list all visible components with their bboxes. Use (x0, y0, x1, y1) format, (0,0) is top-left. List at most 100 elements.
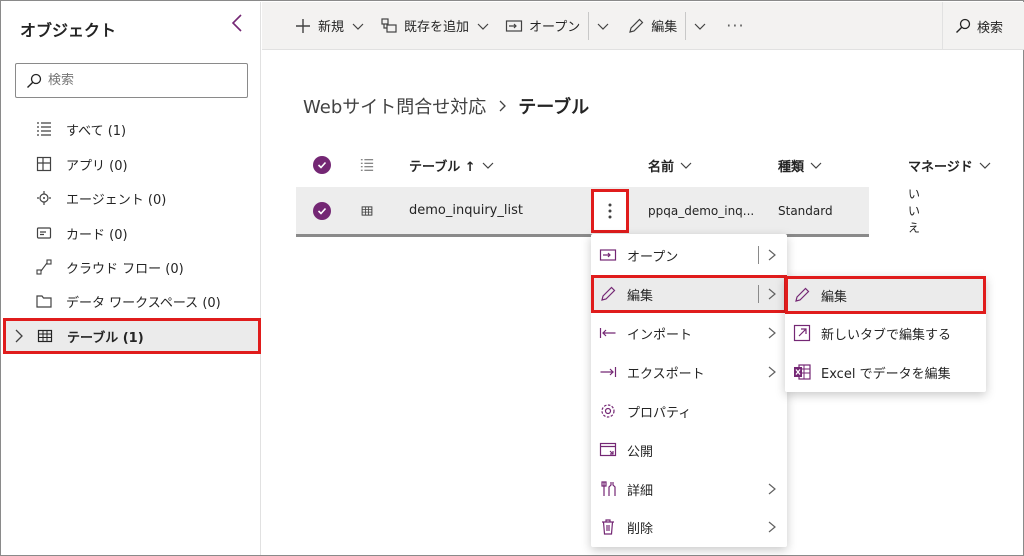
menu-item-label: 削除 (627, 521, 654, 537)
chevron-right-icon[interactable] (767, 327, 777, 339)
open-new-tab-icon (793, 324, 811, 342)
column-label: 名前 (648, 159, 675, 175)
submenu-item-edit-new-tab[interactable]: 新しいタブで編集する (785, 314, 986, 352)
column-header-table[interactable]: テーブル ↑ (409, 149, 494, 181)
plus-icon (296, 18, 310, 33)
menu-item-advanced[interactable]: 詳細 (591, 470, 787, 508)
menu-item-properties[interactable]: プロパティ (591, 392, 787, 430)
nav-item-label: クラウド フロー (0) (66, 261, 184, 277)
excel-icon (794, 364, 811, 380)
table-icon (361, 187, 373, 234)
divider (758, 246, 759, 264)
column-label: マネージド (908, 159, 973, 175)
chevron-right-icon[interactable] (767, 366, 777, 378)
divider (588, 11, 590, 40)
open-button[interactable]: オープン (499, 2, 586, 50)
chevron-right-icon[interactable] (767, 249, 777, 261)
menu-item-open[interactable]: オープン (591, 236, 787, 274)
menu-item-label: インポート (627, 327, 693, 343)
context-menu: オープン 編集 インポート エクスポート プロパティ 公開 詳細 削除 (591, 234, 787, 547)
chevron-right-icon[interactable] (767, 483, 777, 495)
edit-dropdown-button[interactable] (688, 2, 712, 50)
search-label: 検索 (977, 20, 1004, 36)
chevron-down-icon (482, 162, 494, 169)
chevron-right-icon[interactable] (767, 521, 777, 533)
row-more-button[interactable] (591, 189, 629, 233)
app-icon (36, 156, 52, 172)
search-input[interactable] (48, 73, 228, 88)
edit-label: 編集 (651, 20, 678, 35)
tools-icon (601, 481, 616, 496)
column-label: テーブル ↑ (409, 159, 476, 175)
submenu-item-label: Excel でデータを編集 (821, 366, 951, 382)
toolbar-search-button[interactable]: 検索 (942, 2, 1024, 50)
chevron-right-icon[interactable] (12, 329, 26, 343)
publish-icon (599, 442, 617, 457)
chevron-down-icon (352, 23, 364, 30)
trash-icon (602, 519, 614, 535)
objects-panel: オブジェクト すべて (1) アプリ (0) エージェント (0) カード (0… (2, 2, 261, 555)
nav-item-label: アプリ (0) (66, 158, 128, 174)
pencil-icon (629, 18, 644, 33)
column-header-name[interactable]: 名前 (648, 149, 692, 181)
nav-item-all[interactable]: すべて (1) (2, 112, 261, 146)
card-icon (36, 227, 52, 239)
submenu-item-edit-in-excel[interactable]: Excel でデータを編集 (785, 353, 986, 391)
column-header-managed[interactable]: マネージド (908, 149, 991, 181)
pencil-icon (795, 287, 810, 302)
breadcrumb: Webサイト問合せ対応 テーブル (303, 93, 589, 119)
more-commands-button[interactable]: ··· (712, 16, 758, 35)
submenu-item-edit[interactable]: 編集 (785, 276, 986, 314)
chevron-down-icon (810, 162, 822, 169)
checkmark-icon (313, 201, 331, 220)
select-all-checkbox[interactable] (313, 149, 331, 181)
list-icon (360, 149, 374, 181)
chevron-left-icon[interactable] (227, 13, 247, 37)
column-label: 種類 (778, 159, 805, 175)
nav-item-apps[interactable]: アプリ (0) (2, 147, 261, 181)
nav-item-label: データ ワークスペース (0) (66, 295, 221, 311)
nav-item-data-workspaces[interactable]: データ ワークスペース (0) (2, 284, 261, 318)
nav-item-label: すべて (1) (66, 123, 127, 139)
open-label: オープン (529, 20, 581, 35)
search-box[interactable] (15, 63, 248, 98)
pencil-icon (601, 286, 616, 301)
menu-item-label: オープン (627, 249, 679, 265)
nav-item-label: テーブル (1) (67, 330, 144, 346)
panel-title: オブジェクト (20, 21, 117, 40)
breadcrumb-current: テーブル (518, 97, 590, 118)
nav-item-cards[interactable]: カード (0) (2, 216, 261, 250)
menu-item-export[interactable]: エクスポート (591, 353, 787, 391)
breadcrumb-parent[interactable]: Webサイト問合せ対応 (303, 93, 486, 119)
chevron-right-icon (499, 100, 507, 112)
open-dropdown-button[interactable] (591, 2, 615, 50)
table-row[interactable]: demo_inquiry_list ppqa_demo_inq... Stand… (296, 187, 920, 237)
cell-table-name[interactable]: demo_inquiry_list (409, 187, 523, 234)
nav-item-tables[interactable]: テーブル (1) (3, 318, 261, 354)
divider (758, 285, 759, 303)
chevron-down-icon (979, 162, 991, 169)
edit-submenu: 編集 新しいタブで編集する Excel でデータを編集 (785, 276, 986, 392)
submenu-item-label: 新しいタブで編集する (821, 327, 952, 343)
gear-icon (601, 404, 615, 418)
chevron-down-icon (477, 23, 489, 30)
menu-item-label: 詳細 (627, 483, 654, 499)
flow-icon (36, 259, 52, 275)
menu-item-edit[interactable]: 編集 (591, 275, 787, 313)
menu-item-import[interactable]: インポート (591, 314, 787, 352)
nav-item-agents[interactable]: エージェント (0) (2, 181, 261, 215)
menu-item-label: 編集 (627, 288, 654, 304)
row-checkbox[interactable] (313, 187, 331, 234)
edit-button[interactable]: 編集 (621, 2, 683, 50)
list-icon (37, 122, 51, 136)
agent-icon (37, 191, 51, 205)
new-button[interactable]: 新規 (288, 2, 370, 50)
menu-item-delete[interactable]: 削除 (591, 508, 787, 546)
chevron-right-icon[interactable] (767, 288, 777, 300)
column-header-type[interactable]: 種類 (778, 149, 822, 181)
folder-icon (36, 295, 52, 308)
add-existing-button[interactable]: 既存を追加 (374, 2, 495, 50)
nav-item-cloud-flows[interactable]: クラウド フロー (0) (2, 250, 261, 284)
menu-item-label: プロパティ (627, 405, 692, 421)
menu-item-publish[interactable]: 公開 (591, 431, 787, 469)
